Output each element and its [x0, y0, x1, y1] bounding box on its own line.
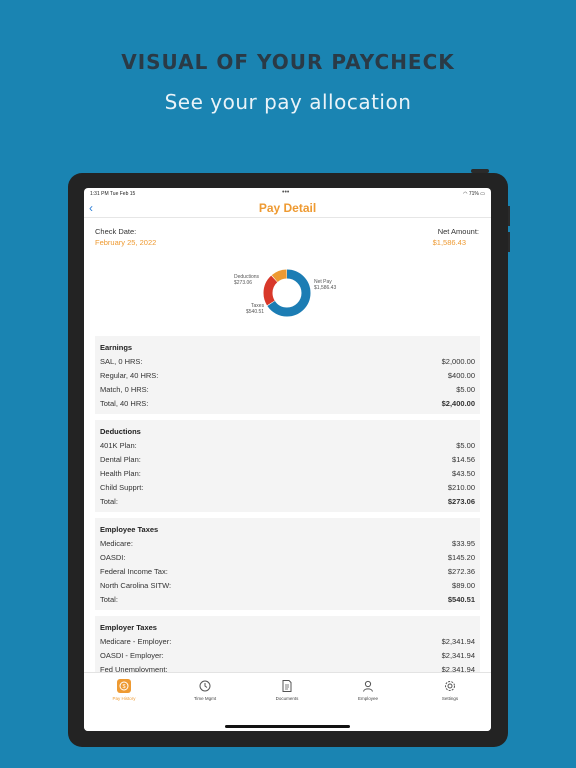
tab-pay-history-label: Pay History	[112, 696, 136, 701]
clock-icon	[199, 680, 211, 692]
battery-icon: ▭	[480, 191, 485, 197]
line-item-amount: $272.36	[447, 567, 475, 576]
tab-documents-label: Documents	[275, 696, 299, 701]
section-title: Employee Taxes	[100, 525, 159, 534]
section-earnings: Earnings SAL, 0 HRS: $2,000.00 Regular, 40 …	[95, 336, 480, 414]
net-amount-label: Net Amount:	[437, 227, 479, 236]
line-item-label: Total:	[100, 497, 118, 506]
line-item-amount: $400.00	[447, 371, 475, 380]
section-employee-taxes: Employee Taxes Medicare: $33.95 OASDI: $145.…	[95, 518, 480, 610]
tab-employee-label: Employee	[357, 696, 378, 701]
tab-settings[interactable]: Settings	[420, 679, 480, 701]
promo-subheadline: See your pay allocation	[164, 90, 412, 114]
chart-label-taxes-value: $540.51	[246, 309, 265, 315]
line-item-label: Dental Plan:	[100, 455, 141, 464]
document-icon	[282, 680, 292, 692]
line-item-label: Total:	[100, 595, 118, 604]
svg-text:$: $	[122, 684, 125, 690]
status-time: 1:31 PM Tue Feb 15	[90, 191, 136, 197]
chart-label-deductions: Deductions $273.06	[234, 274, 259, 286]
chart-label-taxes: Taxes $540.51	[246, 303, 264, 315]
multitask-dots-icon[interactable]: •••	[282, 189, 289, 196]
line-item-row: 401K Plan: $5.00	[100, 439, 475, 453]
line-item-amount: $5.00	[456, 441, 475, 450]
line-item-row: Medicare: $33.95	[100, 537, 475, 551]
line-item-row: Medicare - Employer: $2,341.94	[100, 635, 475, 649]
line-item-amount: $2,000.00	[441, 357, 475, 366]
section-title: Earnings	[100, 343, 133, 352]
line-item-label: Federal Income Tax:	[100, 567, 168, 576]
line-item-amount: $540.51	[447, 595, 475, 604]
home-indicator[interactable]	[225, 725, 350, 728]
chart-label-net-pay: Net Pay $1,586.43	[314, 279, 336, 291]
status-right: ◠ 71% ▭	[463, 191, 485, 197]
nav-bar: ‹ Pay Detail	[84, 198, 491, 218]
tab-bar: $ Pay History Time Mgmt Documents Employ…	[84, 672, 491, 731]
total-row: Total: $540.51	[100, 593, 475, 607]
pay-allocation-donut-chart	[263, 269, 311, 317]
tab-settings-label: Settings	[441, 696, 459, 701]
line-item-amount: $5.00	[456, 385, 475, 394]
section-title: Employer Taxes	[100, 623, 157, 632]
line-item-row: Regular, 40 HRS: $400.00	[100, 369, 475, 383]
promo-headline: VISUAL OF YOUR PAYCHECK	[121, 50, 455, 74]
line-item-amount: $2,400.00	[441, 399, 475, 408]
section-deductions: Deductions 401K Plan: $5.00 Dental Plan: $14…	[95, 420, 480, 512]
check-date-label: Check Date:	[95, 227, 137, 236]
line-item-amount: $145.20	[447, 553, 475, 562]
line-item-amount: $43.50	[452, 469, 475, 478]
line-item-label: Medicare - Employer:	[100, 637, 172, 646]
line-item-label: North Carolina SITW:	[100, 581, 172, 590]
line-item-label: Health Plan:	[100, 469, 141, 478]
line-item-row: Dental Plan: $14.56	[100, 453, 475, 467]
tab-documents[interactable]: Documents	[257, 679, 317, 701]
line-item-amount: $2,341.94	[441, 637, 475, 646]
person-icon	[363, 680, 373, 692]
line-item-label: Child Supprt:	[100, 483, 144, 492]
line-item-row: OASDI - Employer: $2,341.94	[100, 649, 475, 663]
line-item-amount: $2,341.94	[441, 651, 475, 660]
tab-time-mgmt-label: Time Mgmt	[193, 696, 217, 701]
wifi-icon: ◠	[463, 191, 468, 197]
chart-label-net-pay-value: $1,586.43	[314, 285, 337, 291]
gear-icon	[445, 681, 455, 691]
battery-percent: 71%	[468, 191, 479, 197]
line-item-row: Federal Income Tax: $272.36	[100, 565, 475, 579]
line-item-label: Total, 40 HRS:	[100, 399, 149, 408]
dollar-circle-icon: $	[117, 679, 131, 693]
total-row: Total: $273.06	[100, 495, 475, 509]
chart-label-deductions-value: $273.06	[234, 280, 253, 286]
line-item-amount: $89.00	[452, 581, 475, 590]
line-item-label: SAL, 0 HRS:	[100, 357, 143, 366]
net-amount-value: $1,586.43	[432, 238, 466, 247]
status-bar: 1:31 PM Tue Feb 15 ••• ◠ 71% ▭	[84, 188, 491, 198]
line-item-row: Match, 0 HRS: $5.00	[100, 383, 475, 397]
line-item-label: OASDI - Employer:	[100, 651, 164, 660]
app-screen: 1:31 PM Tue Feb 15 ••• ◠ 71% ▭ ‹ Pay Det…	[84, 188, 491, 731]
line-item-amount: $14.56	[452, 455, 475, 464]
page-title: Pay Detail	[258, 201, 317, 215]
line-item-row: North Carolina SITW: $89.00	[100, 579, 475, 593]
line-item-label: Medicare:	[100, 539, 133, 548]
check-date-value: February 25, 2022	[95, 238, 157, 247]
section-title: Deductions	[100, 427, 141, 436]
total-row: Total, 40 HRS: $2,400.00	[100, 397, 475, 411]
tab-employee[interactable]: Employee	[338, 679, 398, 701]
line-item-label: Match, 0 HRS:	[100, 385, 149, 394]
line-item-row: Child Supprt: $210.00	[100, 481, 475, 495]
line-item-amount: $210.00	[447, 483, 475, 492]
pay-breakdown: Earnings SAL, 0 HRS: $2,000.00 Regular, 40 …	[95, 336, 480, 700]
line-item-amount: $33.95	[452, 539, 475, 548]
line-item-row: SAL, 0 HRS: $2,000.00	[100, 355, 475, 369]
line-item-row: Health Plan: $43.50	[100, 467, 475, 481]
line-item-label: 401K Plan:	[100, 441, 137, 450]
tab-pay-history[interactable]: $ Pay History	[94, 679, 154, 701]
line-item-amount: $273.06	[447, 497, 475, 506]
line-item-row: OASDI: $145.20	[100, 551, 475, 565]
line-item-label: OASDI:	[100, 553, 126, 562]
line-item-label: Regular, 40 HRS:	[100, 371, 159, 380]
tab-time-mgmt[interactable]: Time Mgmt	[175, 679, 235, 701]
